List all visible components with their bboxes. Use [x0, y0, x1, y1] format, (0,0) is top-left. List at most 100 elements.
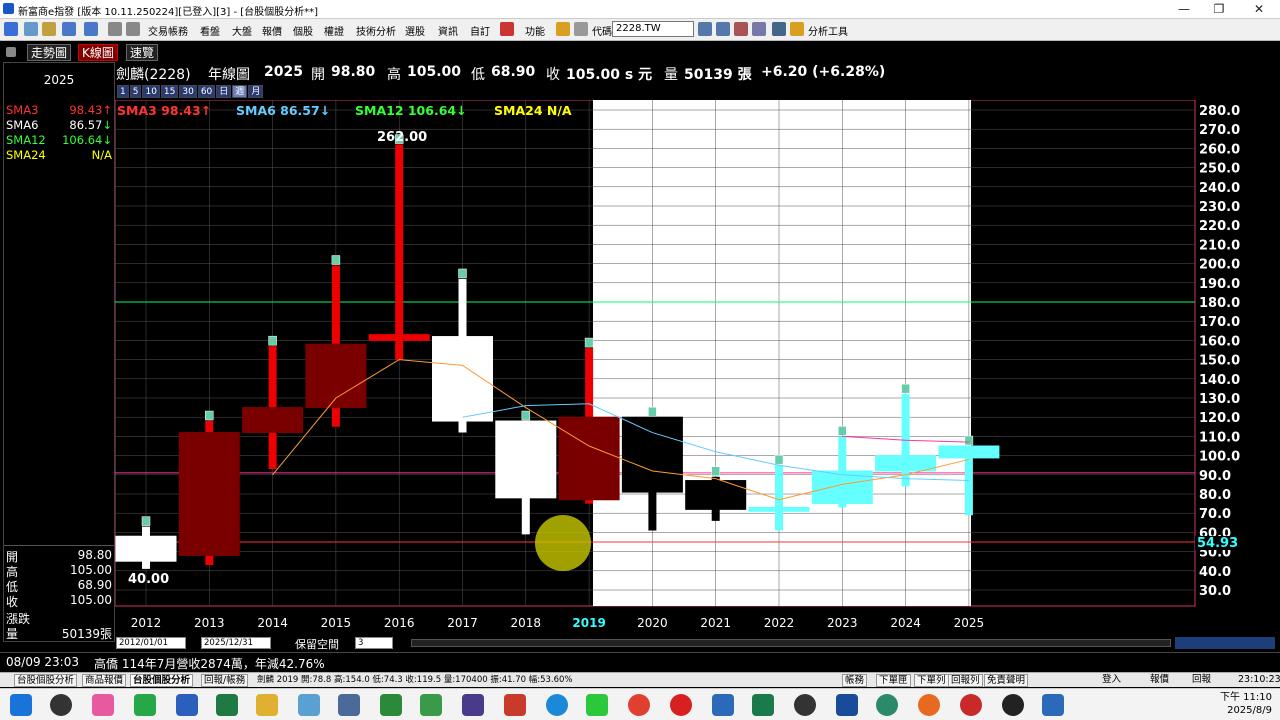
code-input[interactable]: 2228.TW [612, 21, 694, 37]
menu-trade[interactable]: 交易帳務 [148, 23, 188, 38]
calculator-icon[interactable] [338, 694, 360, 716]
app-v-icon[interactable] [462, 694, 484, 716]
grid-icon[interactable] [4, 22, 18, 36]
app-shield-icon[interactable] [960, 694, 982, 716]
app-s2-icon[interactable] [1042, 694, 1064, 716]
y-tick-label: 100.0 [1199, 450, 1240, 465]
end-date-input[interactable]: 2025/12/31 [201, 637, 271, 649]
period-60[interactable]: 60 [197, 85, 216, 98]
period-week[interactable]: 週 [232, 85, 248, 98]
btab-disclaimer[interactable]: 免責聲明 [984, 674, 1029, 687]
legend-sma24: SMA24 N/A [494, 103, 572, 118]
keep-space-input[interactable]: 3 [355, 637, 393, 649]
btab-report-list[interactable]: 回報列 [948, 674, 983, 687]
menu-info[interactable]: 資訊 [438, 23, 458, 38]
btab-analysis[interactable]: 台股個股分析 [14, 674, 78, 687]
app-terminal-icon[interactable] [380, 694, 402, 716]
pen-app-icon[interactable] [298, 694, 320, 716]
sma6-label: SMA6 [6, 118, 39, 132]
menu-stock[interactable]: 個股 [293, 23, 313, 38]
firefox-icon[interactable] [918, 694, 940, 716]
app-c-icon[interactable] [134, 694, 156, 716]
candle-body [368, 334, 430, 341]
dollar-icon[interactable] [790, 22, 804, 36]
app-s-icon[interactable] [712, 694, 734, 716]
btab-order-list[interactable]: 下單列 [914, 674, 949, 687]
close-button[interactable]: ✕ [1240, 0, 1278, 19]
forward-icon[interactable] [84, 22, 98, 36]
menu-quote[interactable]: 報價 [262, 23, 282, 38]
menu-function[interactable]: 功能 [525, 23, 545, 38]
search-icon[interactable] [50, 694, 72, 716]
y-tick-label: 180.0 [1199, 296, 1240, 311]
btab-analysis-active[interactable]: 台股個股分析 [130, 674, 194, 687]
menu-analysis-tools[interactable]: 分析工具 [808, 23, 848, 38]
chart-scrollbar[interactable] [411, 639, 1171, 647]
period-name: 年線圖 [208, 67, 250, 83]
copy-icon[interactable] [126, 22, 140, 36]
period-month[interactable]: 月 [248, 85, 264, 98]
tab-kline[interactable]: K線圖 [78, 44, 118, 61]
menu-market[interactable]: 大盤 [232, 23, 252, 38]
word-icon[interactable] [176, 694, 198, 716]
back-icon[interactable] [62, 22, 76, 36]
app-c2-icon[interactable] [420, 694, 442, 716]
status-news[interactable]: 高僑 114年7月營收2874萬，年減42.76% [94, 655, 325, 672]
start-icon[interactable] [10, 694, 32, 716]
period-5[interactable]: 5 [129, 85, 142, 98]
btab-account[interactable]: 回報/帳務 [201, 674, 249, 687]
pencil-icon[interactable] [556, 22, 570, 36]
status-datetime: 08/09 23:03 [6, 655, 79, 669]
btab-ledger[interactable]: 帳務 [842, 674, 868, 687]
change-row: 漲跌 [6, 610, 114, 626]
period-30[interactable]: 30 [179, 85, 197, 98]
period-10[interactable]: 10 [142, 85, 160, 98]
powerpoint-icon[interactable] [504, 694, 526, 716]
app-globe-icon[interactable] [876, 694, 898, 716]
btab-order-box[interactable]: 下單匣 [876, 674, 911, 687]
menu-technical[interactable]: 技術分析 [356, 23, 396, 38]
chart-icon[interactable] [734, 22, 748, 36]
enter-icon[interactable] [698, 22, 712, 36]
menu-custom[interactable]: 自訂 [470, 23, 490, 38]
period-day[interactable]: 日 [216, 85, 232, 98]
tab-intraday[interactable]: 走勢圖 [27, 44, 72, 61]
chatgpt-icon[interactable] [794, 694, 816, 716]
header-open: 98.80 [331, 64, 376, 80]
app-e-icon[interactable] [836, 694, 858, 716]
excel-icon[interactable] [216, 694, 238, 716]
start-date-input[interactable]: 2012/01/01 [116, 637, 186, 649]
edge-icon[interactable] [546, 694, 568, 716]
taskbar-clock[interactable]: 下午 11:10 2025/8/9 [1220, 691, 1272, 717]
menu-screener[interactable]: 選股 [405, 23, 425, 38]
tab-overview[interactable]: 速覽 [126, 44, 159, 61]
menu-warrant[interactable]: 權證 [324, 23, 344, 38]
zoom-controls[interactable] [1175, 637, 1275, 649]
copilot-icon[interactable] [92, 694, 114, 716]
app-dark-icon[interactable] [1002, 694, 1024, 716]
opera-icon[interactable] [670, 694, 692, 716]
y-tick-label: 130.0 [1199, 392, 1240, 407]
app-grid-icon[interactable] [752, 694, 774, 716]
pin-icon[interactable] [6, 47, 16, 57]
kline-chart[interactable]: 280.0 270.0 260.0 250.0 240.0 230.0 220.0 210.0… [115, 100, 1280, 636]
header-open-label: 開 [311, 67, 325, 83]
chrome-icon[interactable] [628, 694, 650, 716]
maximize-button[interactable]: ❐ [1200, 0, 1238, 19]
zoom-icon[interactable] [716, 22, 730, 36]
folder-icon[interactable] [42, 22, 56, 36]
period-15[interactable]: 15 [160, 85, 179, 98]
cursor-icon[interactable] [772, 22, 786, 36]
period-1[interactable]: 1 [117, 85, 129, 98]
btab-quote[interactable]: 商品報價 [82, 674, 127, 687]
print-icon[interactable] [108, 22, 122, 36]
layout-icon[interactable] [574, 22, 588, 36]
home-icon[interactable] [24, 22, 38, 36]
line-icon[interactable] [586, 694, 608, 716]
minimize-button[interactable]: — [1165, 0, 1203, 19]
k-icon[interactable] [752, 22, 766, 36]
mail-icon[interactable] [500, 22, 514, 36]
y-tick-label: 280.0 [1199, 104, 1240, 119]
menu-watch[interactable]: 看盤 [200, 23, 220, 38]
file-explorer-icon[interactable] [256, 694, 278, 716]
